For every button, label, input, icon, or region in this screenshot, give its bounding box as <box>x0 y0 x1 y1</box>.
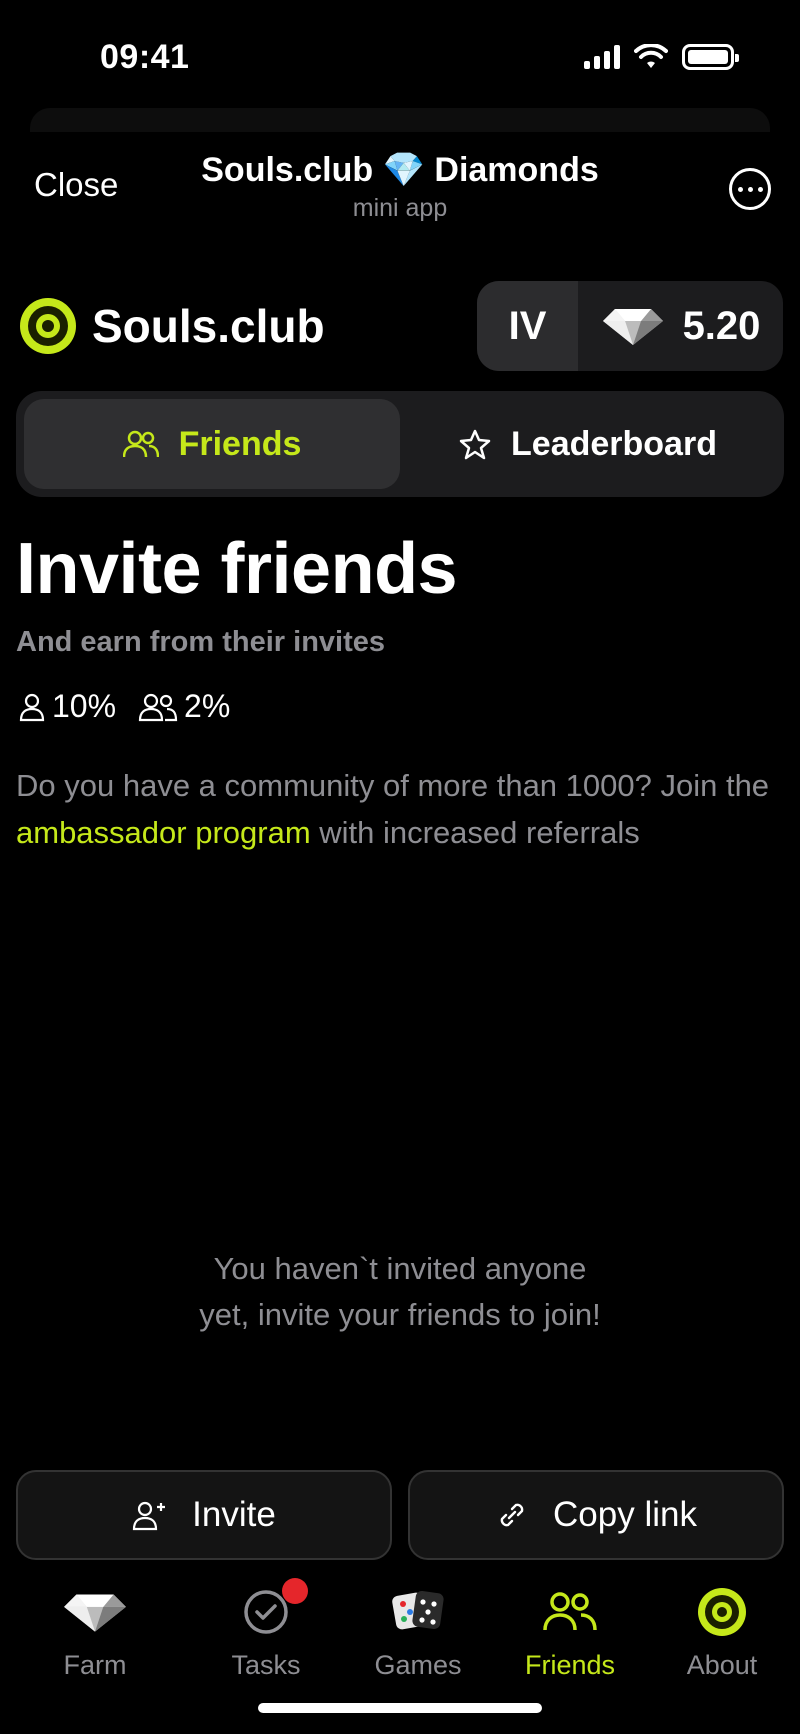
target-icon <box>698 1588 746 1636</box>
nav-games[interactable]: Games <box>342 1580 494 1710</box>
rate-level-1: 10% <box>18 688 116 725</box>
user-icon <box>19 693 45 721</box>
add-user-icon <box>133 1501 166 1531</box>
home-indicator <box>258 1703 542 1713</box>
users-icon <box>138 693 178 721</box>
level-badge: IV <box>477 281 578 371</box>
diamond-icon <box>64 1594 126 1632</box>
users-icon <box>543 1592 597 1631</box>
rate-level-2: 2% <box>138 688 230 725</box>
tab-leaderboard[interactable]: Leaderboard <box>400 399 776 489</box>
app-subtitle: mini app <box>352 194 448 222</box>
empty-state: You haven`t invited anyone yet, invite y… <box>199 1251 601 1332</box>
nav-about[interactable]: About <box>646 1580 798 1710</box>
brand-name: Souls.club <box>92 300 325 352</box>
battery-icon <box>682 44 739 70</box>
bottom-nav: Farm Tasks Games Friends About <box>0 1578 800 1710</box>
status-icons <box>584 44 739 70</box>
level-balance-pill[interactable]: IV 5.20 <box>477 281 783 371</box>
nav-farm[interactable]: Farm <box>0 1580 190 1710</box>
sheet-handle-area <box>30 108 770 132</box>
referral-rates: 10% 2% <box>18 688 230 725</box>
copy-link-button[interactable]: Copy link <box>408 1470 784 1560</box>
invite-button[interactable]: Invite <box>16 1470 392 1560</box>
tab-friends-label: Friends <box>178 424 302 463</box>
wifi-icon <box>634 44 668 68</box>
star-icon <box>459 429 491 460</box>
dice-icon <box>392 1591 444 1630</box>
page-title: Invite friends <box>16 529 458 609</box>
balance: 5.20 <box>578 281 783 371</box>
brand: Souls.club <box>20 298 325 354</box>
nav-tasks[interactable]: Tasks <box>190 1578 342 1710</box>
app-title: Souls.club 💎 Diamonds <box>201 151 599 189</box>
signal-icon <box>584 45 620 69</box>
status-time: 09:41 <box>100 38 190 76</box>
balance-value: 5.20 <box>682 303 761 348</box>
diamond-icon <box>602 309 663 345</box>
notification-badge <box>282 1578 308 1604</box>
ambassador-program-link[interactable]: ambassador program <box>16 815 311 850</box>
more-options-icon[interactable] <box>729 168 771 210</box>
souls-logo-icon <box>20 298 76 354</box>
tab-friends[interactable]: Friends <box>24 399 400 489</box>
section-tabs: Friends Leaderboard <box>16 391 784 497</box>
ambassador-description: Do you have a community of more than 100… <box>16 768 770 850</box>
page-subtitle: And earn from their invites <box>16 626 386 658</box>
link-icon <box>500 1503 524 1527</box>
users-icon <box>122 430 159 458</box>
nav-friends[interactable]: Friends <box>494 1580 646 1710</box>
tab-leaderboard-label: Leaderboard <box>511 424 717 463</box>
